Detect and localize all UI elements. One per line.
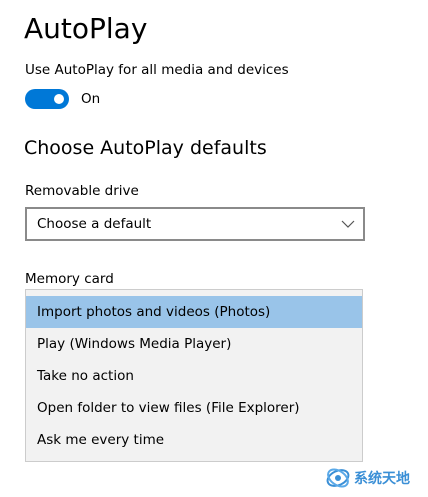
autoplay-toggle-label: Use AutoPlay for all media and devices (25, 62, 289, 78)
logo-icon (326, 468, 350, 488)
watermark-text: 系统天地 (354, 470, 410, 487)
option-play-media-player[interactable]: Play (Windows Media Player) (26, 328, 362, 360)
autoplay-toggle[interactable] (25, 89, 69, 109)
defaults-section-title: Choose AutoPlay defaults (24, 137, 267, 159)
toggle-knob (54, 94, 64, 104)
option-open-folder[interactable]: Open folder to view files (File Explorer… (26, 392, 362, 424)
autoplay-toggle-state: On (81, 91, 101, 107)
option-take-no-action[interactable]: Take no action (26, 360, 362, 392)
memory-card-label: Memory card (25, 271, 114, 287)
memory-card-dropdown-list: Import photos and videos (Photos) Play (… (25, 289, 363, 462)
watermark-logo: 系统天地 (326, 468, 410, 488)
chevron-down-icon (341, 220, 355, 228)
option-import-photos[interactable]: Import photos and videos (Photos) (26, 296, 362, 328)
page-title: AutoPlay (24, 12, 148, 45)
option-ask-every-time[interactable]: Ask me every time (26, 424, 362, 456)
removable-drive-select[interactable]: Choose a default (25, 207, 365, 241)
removable-drive-label: Removable drive (25, 183, 139, 199)
removable-drive-selected-value: Choose a default (37, 216, 152, 232)
